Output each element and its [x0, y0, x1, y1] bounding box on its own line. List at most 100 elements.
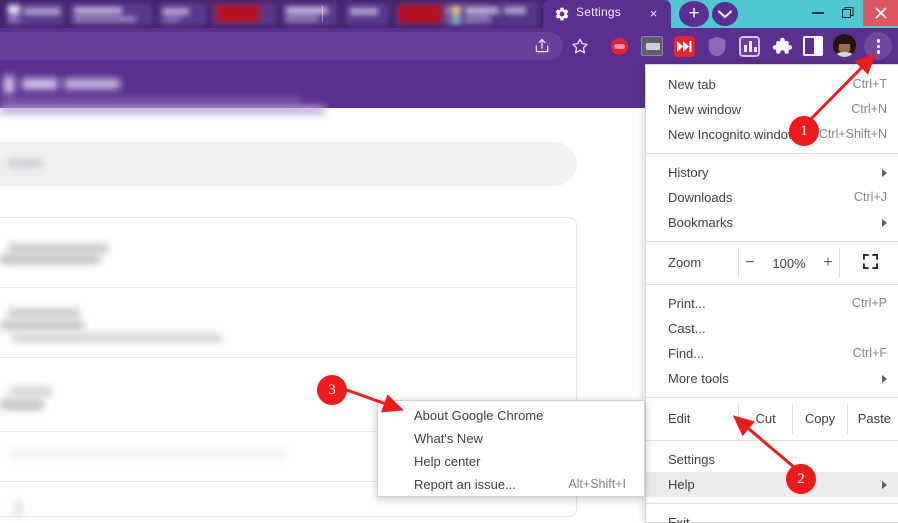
menu-item-shortcut: Ctrl+F: [852, 346, 887, 360]
menu-item-label: More tools: [668, 371, 729, 386]
settings-row-label-blurred: [8, 449, 286, 459]
submenu-item-help-center[interactable]: Help center: [378, 450, 644, 473]
settings-row-label-blurred: [0, 399, 44, 410]
submenu-item-label: Report an issue...: [414, 477, 516, 492]
tab-blurred[interactable]: [345, 3, 389, 25]
menu-item-label: Find...: [668, 346, 705, 361]
submenu-item-label: About Google Chrome: [414, 408, 544, 423]
tab-divider: [322, 6, 323, 22]
zoom-label: Zoom: [668, 255, 702, 270]
card-row-divider: [0, 357, 577, 358]
fullscreen-button[interactable]: [839, 248, 898, 278]
menu-item-new-tab[interactable]: New tab Ctrl+T: [646, 72, 898, 97]
menu-item-cast[interactable]: Cast...: [646, 316, 898, 341]
tab-settings[interactable]: Settings ×: [543, 0, 671, 28]
page-subtitle-blurred: [0, 106, 325, 114]
menu-item-label: Print...: [668, 296, 706, 311]
page-title-blurred: [22, 79, 58, 89]
gear-icon: [554, 6, 570, 22]
menu-item-more-tools[interactable]: More tools: [646, 366, 898, 391]
avatar[interactable]: [833, 34, 856, 57]
avatar-hair-right: [850, 37, 856, 53]
menu-item-shortcut: Ctrl+T: [852, 77, 887, 91]
submenu-item-about-google-chrome[interactable]: About Google Chrome: [378, 404, 644, 427]
avatar-body: [835, 52, 854, 57]
menu-item-exit[interactable]: Exit: [646, 510, 898, 523]
menu-separator: [646, 397, 898, 398]
menu-item-history[interactable]: History: [646, 160, 898, 185]
menu-separator: [646, 153, 898, 154]
extension-fast-forward-icon[interactable]: [674, 36, 695, 57]
paste-button[interactable]: Paste: [846, 404, 898, 434]
page-title-blurred: [4, 76, 14, 94]
zoom-level-value: 100%: [772, 255, 806, 271]
zoom-controls: − 100% +: [738, 248, 839, 278]
chevron-right-icon: [882, 219, 887, 227]
new-tab-button[interactable]: +: [679, 1, 709, 27]
side-panel-icon[interactable]: [803, 36, 823, 56]
window-maximize-button[interactable]: [833, 0, 863, 26]
tab-blurred[interactable]: [282, 3, 338, 25]
window-close-button[interactable]: [863, 0, 898, 26]
settings-row-label-blurred: [8, 309, 80, 318]
address-bar[interactable]: [0, 32, 563, 60]
close-icon: [875, 7, 886, 19]
extension-puzzle-icon[interactable]: [771, 35, 793, 57]
search-input[interactable]: [0, 142, 577, 186]
menu-item-bookmarks[interactable]: Bookmarks: [646, 210, 898, 235]
browser-window: Settings × + New tab Ctrl+T New window C…: [0, 0, 898, 523]
chevron-right-icon: [882, 169, 887, 177]
zoom-in-button[interactable]: +: [821, 254, 835, 272]
tab-search-button[interactable]: [712, 2, 738, 26]
menu-edit-row: Edit Cut Copy Paste: [646, 404, 898, 434]
browser-toolbar: [0, 28, 898, 64]
settings-row-label-blurred: [8, 244, 108, 253]
menu-item-help[interactable]: Help: [646, 472, 898, 497]
settings-row-label-blurred: [14, 499, 22, 517]
extension-chart-icon[interactable]: [739, 36, 760, 57]
menu-item-settings[interactable]: Settings: [646, 447, 898, 472]
window-minimize-button[interactable]: [803, 0, 833, 26]
tab-blurred[interactable]: [6, 3, 64, 25]
menu-item-label: Bookmarks: [668, 215, 734, 230]
annotation-badge-2: 2: [786, 464, 816, 494]
menu-separator: [646, 241, 898, 242]
menu-item-find[interactable]: Find... Ctrl+F: [646, 341, 898, 366]
maximize-icon: [842, 7, 854, 18]
menu-separator: [646, 284, 898, 285]
menu-item-print[interactable]: Print... Ctrl+P: [646, 291, 898, 316]
tab-title: Settings: [576, 5, 621, 19]
menu-item-label: History: [668, 165, 709, 180]
zoom-out-button[interactable]: −: [743, 254, 757, 272]
tab-blurred[interactable]: [212, 3, 276, 25]
menu-item-label: New tab: [668, 77, 716, 92]
tab-strip: Settings × +: [0, 0, 898, 28]
tab-blurred[interactable]: [448, 3, 538, 25]
menu-item-label: Cast...: [668, 321, 706, 336]
extension-shield-icon[interactable]: [707, 36, 727, 57]
menu-item-label: New Incognito window: [668, 127, 798, 142]
menu-item-new-incognito-window[interactable]: New Incognito window Ctrl+Shift+N: [646, 122, 898, 147]
bookmark-star-icon[interactable]: [568, 34, 592, 58]
tab-blurred[interactable]: [70, 3, 152, 25]
edit-label: Edit: [668, 411, 691, 426]
menu-item-label: New window: [668, 102, 741, 117]
submenu-item-label: Help center: [414, 454, 481, 469]
extension-gray-badge-icon[interactable]: [641, 36, 663, 56]
copy-button[interactable]: Copy: [792, 404, 846, 434]
page-strip-blurred: [0, 168, 326, 176]
page-subtitle-blurred: [0, 97, 300, 104]
cut-button[interactable]: Cut: [738, 404, 792, 434]
submenu-item-report-an-issue[interactable]: Report an issue... Alt+Shift+I: [378, 473, 644, 496]
three-dot-menu-icon[interactable]: [864, 32, 892, 60]
menu-item-downloads[interactable]: Downloads Ctrl+J: [646, 185, 898, 210]
chrome-main-menu: New tab Ctrl+T New window Ctrl+N New Inc…: [645, 64, 898, 523]
submenu-item-whats-new[interactable]: What's New: [378, 427, 644, 450]
tab-blurred[interactable]: [158, 3, 206, 25]
menu-item-new-window[interactable]: New window Ctrl+N: [646, 97, 898, 122]
extension-red-circle-icon[interactable]: [611, 38, 628, 55]
menu-separator: [646, 440, 898, 441]
page-title-blurred: [64, 79, 120, 89]
share-icon[interactable]: [530, 34, 554, 58]
close-icon[interactable]: ×: [646, 6, 661, 21]
